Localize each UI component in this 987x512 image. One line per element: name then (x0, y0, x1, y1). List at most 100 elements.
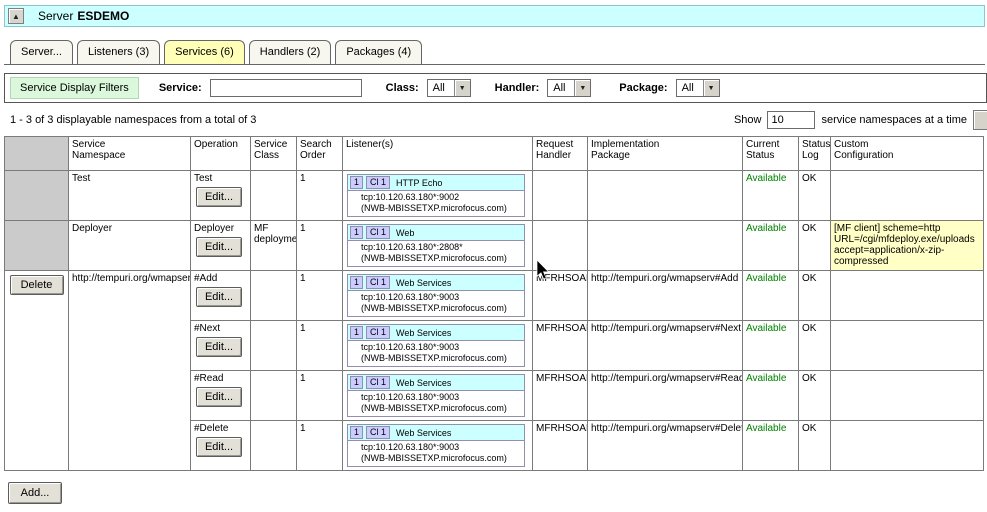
service-class-cell (251, 421, 297, 471)
operation-cell: Test Edit... (191, 171, 251, 221)
table-row: Deletehttp://tempuri.org/wmapserv #Add E… (5, 271, 984, 321)
dropdown-arrow-icon[interactable]: ▼ (454, 80, 470, 96)
listener-address: tcp:10.120.63.180*:9003 (361, 292, 522, 303)
edit-button[interactable]: Edit... (196, 287, 242, 307)
pagination-summary: 1 - 3 of 3 displayable namespaces from a… (10, 114, 256, 126)
custom-configuration-cell (831, 171, 984, 221)
status-log-cell: OK (799, 371, 831, 421)
tab-label: Listeners (3) (88, 46, 149, 58)
operation-label: #Delete (194, 423, 247, 434)
listeners-cell: 1 Cl 1 Web tcp:10.120.63.180*:2808* (NWB… (343, 221, 533, 271)
package-filter-label: Package: (619, 82, 667, 94)
action-cell (5, 221, 69, 271)
search-order-cell: 1 (297, 171, 343, 221)
listeners-cell: 1 Cl 1 Web Services tcp:10.120.63.180*:9… (343, 321, 533, 371)
action-cell (5, 171, 69, 221)
column-header: Service Class (251, 137, 297, 171)
operation-cell: #Add Edit... (191, 271, 251, 321)
request-handler-cell (533, 221, 588, 271)
listener-class-badge: Cl 1 (366, 326, 390, 339)
column-header: Status Log (799, 137, 831, 171)
custom-configuration-cell (831, 421, 984, 471)
service-namespace-cell: Deployer (69, 221, 191, 271)
edit-button[interactable]: Edit... (196, 237, 242, 257)
class-select[interactable]: All ▼ (427, 79, 471, 97)
column-header: Request Handler (533, 137, 588, 171)
show-suffix: service namespaces at a time (821, 114, 967, 126)
listener-class-badge: Cl 1 (366, 376, 390, 389)
listener-number-badge: 1 (350, 426, 363, 439)
delete-button[interactable]: Delete (10, 275, 64, 295)
search-order-cell: 1 (297, 321, 343, 371)
handler-select[interactable]: All ▼ (547, 79, 591, 97)
tab-label: Handlers (2) (260, 46, 321, 58)
tab-label: Server... (21, 46, 62, 58)
collapse-server-button[interactable]: ▲ (8, 8, 24, 24)
custom-configuration-cell (831, 321, 984, 371)
search-order-cell: 1 (297, 371, 343, 421)
listener-details: tcp:10.120.63.180*:2808* (NWB-MBISSETXP.… (348, 241, 524, 266)
service-class-cell (251, 271, 297, 321)
tab-packages-4[interactable]: Packages (4) (335, 40, 422, 64)
listener-number-badge: 1 (350, 276, 363, 289)
dropdown-arrow-icon[interactable]: ▼ (703, 80, 719, 96)
implementation-package-cell: http://tempuri.org/wmapserv#Delete (588, 421, 743, 471)
show-count-input[interactable] (767, 111, 815, 129)
operation-label: #Read (194, 373, 247, 384)
operation-cell: #Read Edit... (191, 371, 251, 421)
listener-address: tcp:10.120.63.180*:9003 (361, 392, 522, 403)
listener-host: (NWB-MBISSETXP.microfocus.com) (361, 353, 522, 364)
listener-class-badge: Cl 1 (366, 276, 390, 289)
tab-services-6[interactable]: Services (6) (164, 40, 245, 64)
edit-button[interactable]: Edit... (196, 437, 242, 457)
table-header-row: Service NamespaceOperationService ClassS… (5, 137, 984, 171)
service-filter-input[interactable] (210, 79, 362, 97)
tab-label: Services (6) (175, 46, 234, 58)
dropdown-arrow-icon[interactable]: ▼ (574, 80, 590, 96)
listener-host: (NWB-MBISSETXP.microfocus.com) (361, 453, 522, 464)
operation-cell: #Next Edit... (191, 321, 251, 371)
listener-name: HTTP Echo (393, 178, 442, 188)
listener-box: 1 Cl 1 Web tcp:10.120.63.180*:2808* (NWB… (347, 224, 525, 267)
edit-button[interactable]: Edit... (196, 337, 242, 357)
search-order-cell: 1 (297, 421, 343, 471)
service-class-cell (251, 321, 297, 371)
listener-class-badge: Cl 1 (366, 226, 390, 239)
listeners-cell: 1 Cl 1 HTTP Echo tcp:10.120.63.180*:9002… (343, 171, 533, 221)
operation-label: Deployer (194, 223, 247, 234)
current-status-cell: Available (743, 421, 799, 471)
listener-details: tcp:10.120.63.180*:9003 (NWB-MBISSETXP.m… (348, 441, 524, 466)
service-namespace-cell: http://tempuri.org/wmapserv (69, 271, 191, 471)
package-select[interactable]: All ▼ (676, 79, 720, 97)
show-label: Show (734, 114, 762, 126)
triangle-up-icon: ▲ (12, 12, 20, 21)
server-header-bar: ▲ Server ESDEMO (4, 5, 985, 27)
listener-name: Web (393, 228, 414, 238)
partial-button[interactable] (973, 110, 987, 130)
listener-box-header: 1 Cl 1 Web Services (348, 425, 524, 441)
listener-box: 1 Cl 1 Web Services tcp:10.120.63.180*:9… (347, 424, 525, 467)
add-service-button[interactable]: Add... (8, 482, 62, 504)
tab-handlers-2[interactable]: Handlers (2) (249, 40, 332, 64)
tab-server[interactable]: Server... (10, 40, 73, 64)
handler-select-value: All (548, 82, 574, 94)
listener-address: tcp:10.120.63.180*:2808* (361, 242, 522, 253)
tab-strip: Server... Listeners (3) Services (6) Handle… (4, 40, 985, 65)
table-row: Deployer Deployer Edit... MF deployment … (5, 221, 984, 271)
column-header: Implementation Package (588, 137, 743, 171)
listener-number-badge: 1 (350, 376, 363, 389)
implementation-package-cell: http://tempuri.org/wmapserv#Add (588, 271, 743, 321)
edit-button[interactable]: Edit... (196, 387, 242, 407)
tab-listeners-3[interactable]: Listeners (3) (77, 40, 160, 64)
current-status-cell: Available (743, 371, 799, 421)
package-select-value: All (677, 82, 703, 94)
edit-button[interactable]: Edit... (196, 187, 242, 207)
listener-name: Web Services (393, 328, 451, 338)
operation-cell: #Delete Edit... (191, 421, 251, 471)
service-class-cell (251, 371, 297, 421)
request-handler-cell: MFRHSOAP (533, 271, 588, 321)
show-group: Show service namespaces at a time (734, 110, 983, 130)
listener-box: 1 Cl 1 Web Services tcp:10.120.63.180*:9… (347, 374, 525, 417)
operation-label: #Add (194, 273, 247, 284)
operation-cell: Deployer Edit... (191, 221, 251, 271)
